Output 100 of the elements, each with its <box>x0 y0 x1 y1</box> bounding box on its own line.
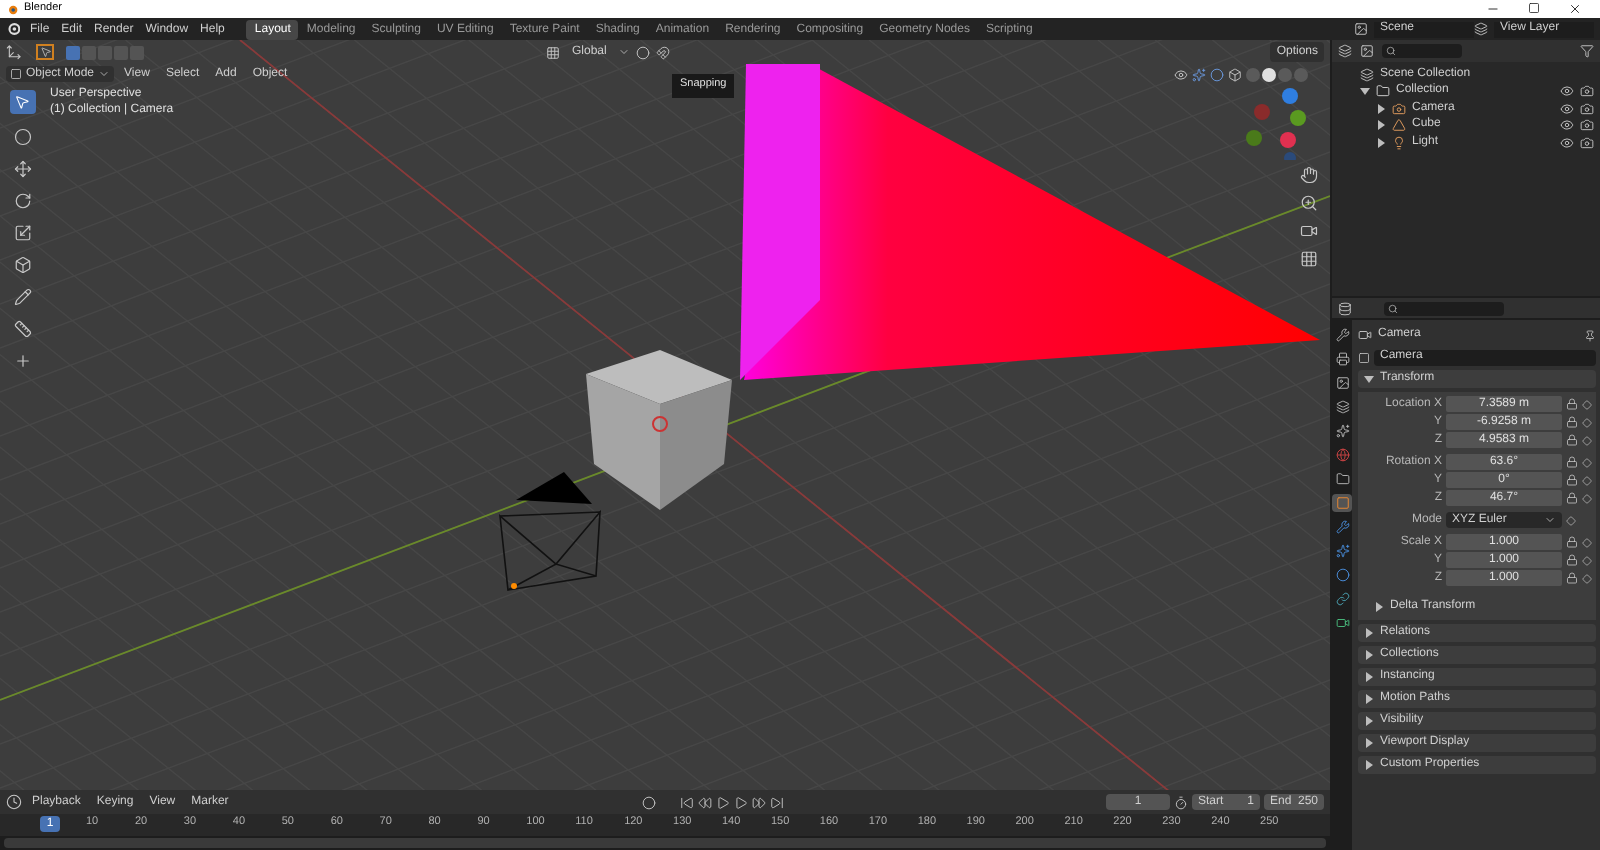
cursor-tool-icon <box>13 128 31 146</box>
lock-icon <box>1566 456 1578 468</box>
stopwatch-icon <box>1174 795 1188 809</box>
jump-end-icon <box>770 795 785 809</box>
lock-icon <box>1566 554 1578 566</box>
tab-icon <box>1335 568 1349 582</box>
tab-icon <box>1335 448 1349 462</box>
shading-group[interactable] <box>1246 67 1308 81</box>
snap-icon <box>656 45 671 59</box>
scale-icon <box>13 224 31 242</box>
gizmo-icon <box>1192 67 1206 81</box>
object-icon <box>1358 351 1370 363</box>
disclosure-triangle-icon[interactable] <box>1364 628 1374 638</box>
filter-icon <box>1580 44 1594 58</box>
property-tab[interactable] <box>1332 374 1352 392</box>
lock-icon <box>1566 416 1578 428</box>
tab-icon <box>1335 592 1349 606</box>
camera-view-icon <box>1300 222 1318 240</box>
search-field[interactable] <box>1382 44 1462 58</box>
timeline-icon <box>6 794 22 810</box>
property-tab[interactable] <box>1332 350 1352 368</box>
disclosure-triangle-icon[interactable] <box>1364 650 1374 660</box>
property-tab[interactable] <box>1332 398 1352 416</box>
disclosure-triangle-icon[interactable] <box>1364 716 1374 726</box>
property-tab[interactable] <box>1332 614 1352 632</box>
record-icon <box>642 795 657 809</box>
disclosure-triangle-icon[interactable] <box>1376 137 1386 148</box>
collection-icon <box>1376 84 1390 99</box>
logo-icon <box>6 3 18 15</box>
tab-icon <box>1335 520 1349 534</box>
disclosure-triangle-icon[interactable] <box>1376 120 1386 131</box>
tab-icon <box>1335 544 1349 558</box>
search-field[interactable] <box>1384 301 1504 315</box>
jump-start-icon <box>680 795 695 809</box>
disclosure-triangle-icon[interactable] <box>1364 374 1374 384</box>
search-icon <box>1388 303 1398 313</box>
object-mode-icon <box>10 68 22 80</box>
lock-icon <box>1566 398 1578 410</box>
tab-icon <box>1335 376 1349 390</box>
scene-icon <box>1354 22 1368 36</box>
display-mode-icon <box>1360 44 1374 58</box>
play-reverse-icon <box>716 795 731 809</box>
next-keyframe-icon <box>752 795 767 809</box>
light-icon <box>1392 135 1406 150</box>
property-tab[interactable] <box>1332 590 1352 608</box>
pin-icon <box>1584 329 1596 341</box>
disclosure-triangle-icon[interactable] <box>1360 86 1370 97</box>
close-icon <box>1568 2 1582 16</box>
minimize-icon <box>1486 2 1500 16</box>
keyframe-icon <box>1566 515 1576 525</box>
chevron-icon <box>98 68 111 80</box>
visibility-icon <box>1174 67 1188 81</box>
rotate-icon <box>13 192 31 210</box>
scene-icon <box>1360 67 1374 82</box>
zoom-icon <box>1300 194 1318 212</box>
grid-icon <box>1300 250 1318 268</box>
overlay-icon <box>1210 67 1224 81</box>
editor-type-icon <box>6 44 22 60</box>
xray-icon <box>1228 67 1242 81</box>
search-icon <box>1386 46 1396 56</box>
lock-icon <box>1566 434 1578 446</box>
camera-icon <box>1358 328 1372 342</box>
select-tool[interactable] <box>9 90 35 114</box>
pan-icon <box>1300 166 1318 184</box>
annotate-icon <box>13 288 31 306</box>
tab-icon <box>1335 424 1349 438</box>
select-icon <box>39 46 51 58</box>
lock-icon <box>1566 536 1578 548</box>
disclosure-triangle-icon[interactable] <box>1376 103 1386 114</box>
property-tab[interactable] <box>1332 566 1352 584</box>
tab-icon <box>1335 400 1349 414</box>
chevron-icon <box>1544 514 1556 526</box>
tab-icon <box>1335 472 1349 486</box>
lock-icon <box>1566 474 1578 486</box>
editor-type-icon <box>1338 44 1352 58</box>
tab-icon <box>1335 352 1349 366</box>
property-tab[interactable] <box>1332 326 1352 344</box>
property-tab[interactable] <box>1332 470 1352 488</box>
property-tab[interactable] <box>1332 494 1352 512</box>
play-icon <box>734 795 749 809</box>
property-tab[interactable] <box>1332 422 1352 440</box>
lock-icon <box>1566 492 1578 504</box>
disclosure-triangle-icon[interactable] <box>1364 672 1374 682</box>
disclosure-triangle-icon[interactable] <box>1364 760 1374 770</box>
disclosure-triangle-icon[interactable] <box>1364 738 1374 748</box>
lock-icon <box>1566 572 1578 584</box>
cursor-icon <box>14 94 30 110</box>
maximize-icon <box>1528 2 1540 14</box>
tab-icon <box>1335 328 1349 342</box>
property-tab[interactable] <box>1332 542 1352 560</box>
disclosure-triangle-icon[interactable] <box>1364 694 1374 704</box>
pivot-icon <box>636 45 651 59</box>
view-layer-icon <box>1474 22 1488 36</box>
mesh-icon <box>1392 118 1406 133</box>
disclosure-triangle-icon[interactable] <box>1374 602 1384 612</box>
editor-type-icon <box>1338 301 1352 315</box>
logo-icon[interactable] <box>6 22 20 36</box>
chevron-icon <box>618 46 631 58</box>
previous-keyframe-icon <box>698 795 713 809</box>
camera-icon <box>1392 101 1406 116</box>
